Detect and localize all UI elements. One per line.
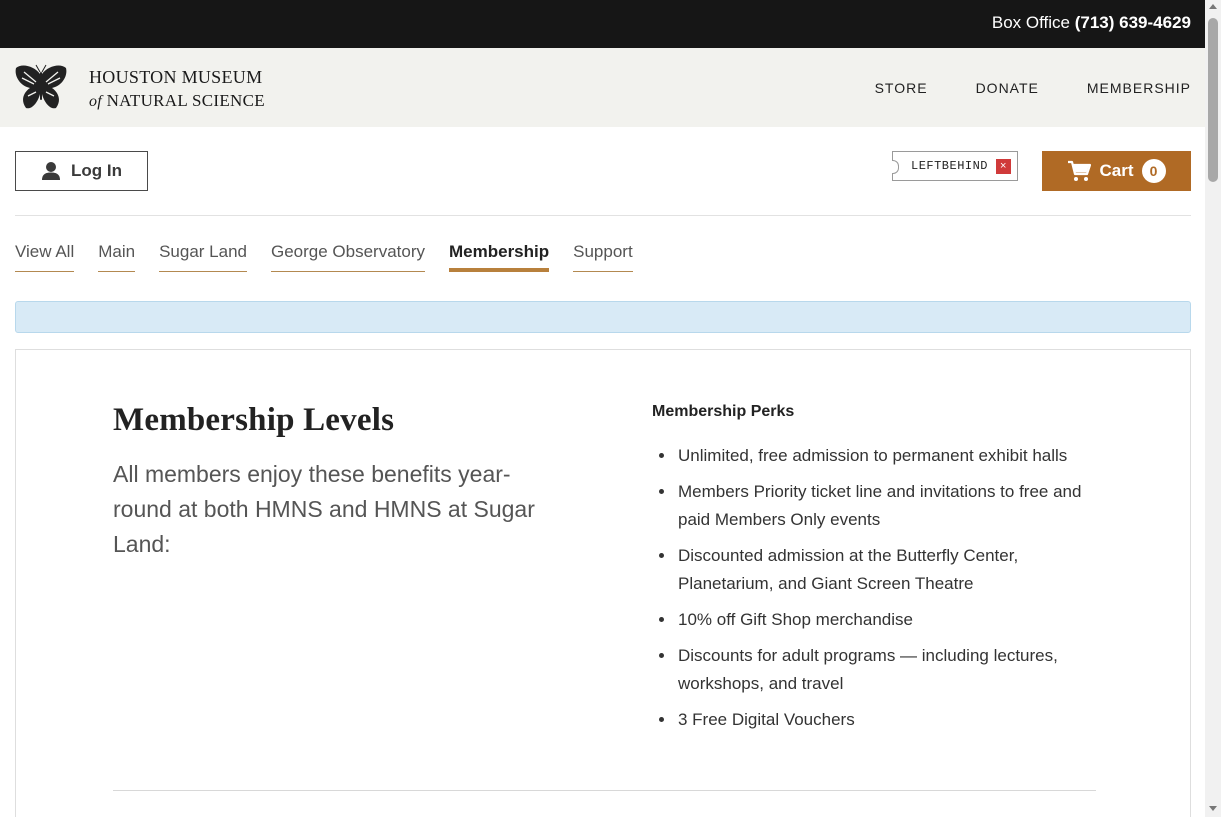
perks-list: Unlimited, free admission to permanent e… <box>676 442 1116 742</box>
shopping-cart-icon <box>1068 160 1092 181</box>
perk-item: 10% off Gift Shop merchandise <box>676 606 1116 634</box>
tab-sugar-land[interactable]: Sugar Land <box>159 242 247 272</box>
login-button[interactable]: Log In <box>15 151 148 191</box>
box-office-label: Box Office <box>991 13 1070 32</box>
nav-membership-link[interactable]: MEMBERSHIP <box>1087 80 1191 96</box>
membership-description: All members enjoy these benefits year-ro… <box>113 461 535 557</box>
user-icon <box>42 162 60 180</box>
cart-label: Cart <box>1099 161 1134 180</box>
perk-item: 3 Free Digital Vouchers <box>676 706 1116 734</box>
site-header: HOUSTON MUSEUM of NATURAL SCIENCE STORE … <box>0 48 1205 127</box>
scroll-down-arrow-icon[interactable] <box>1209 806 1217 811</box>
logo-line-1: HOUSTON MUSEUM <box>89 67 263 87</box>
perk-item: Members Priority ticket line and invitat… <box>676 478 1116 534</box>
remove-promo-close-icon[interactable]: × <box>996 159 1011 174</box>
perks-heading: Membership Perks <box>652 403 795 420</box>
tab-support[interactable]: Support <box>573 242 633 272</box>
info-banner <box>15 301 1191 333</box>
box-office: Box Office (713) 639-4629 <box>992 13 1191 33</box>
nav-donate-link[interactable]: DONATE <box>976 80 1039 96</box>
box-office-phone[interactable]: (713) 639-4629 <box>1075 13 1191 32</box>
top-bar: Box Office (713) 639-4629 <box>0 0 1205 48</box>
promo-code-text: LEFTBEHIND <box>911 159 989 173</box>
logo-of: of <box>89 93 103 110</box>
promo-code-tag: LEFTBEHIND × <box>892 151 1018 181</box>
scrollbar-thumb[interactable] <box>1208 18 1218 182</box>
cart-count-badge: 0 <box>1141 159 1166 183</box>
site-logo-text[interactable]: HOUSTON MUSEUM of NATURAL SCIENCE <box>89 66 265 113</box>
scroll-up-arrow-icon[interactable] <box>1209 4 1217 9</box>
membership-panel: Membership Levels All members enjoy thes… <box>15 349 1191 817</box>
logo-natural-science: NATURAL SCIENCE <box>106 91 265 110</box>
tab-main[interactable]: Main <box>98 242 136 272</box>
cart-button[interactable]: Cart 0 <box>1042 151 1191 191</box>
logo-line-2: of NATURAL SCIENCE <box>89 89 265 113</box>
section-divider <box>113 790 1096 791</box>
perk-item: Discounts for adult programs — including… <box>676 642 1116 698</box>
tab-membership[interactable]: Membership <box>449 242 550 272</box>
header-divider <box>15 215 1191 216</box>
perk-item: Unlimited, free admission to permanent e… <box>676 442 1116 470</box>
tab-george-observatory[interactable]: George Observatory <box>270 242 425 272</box>
page-scrollbar[interactable] <box>1205 0 1221 817</box>
tab-view-all[interactable]: View All <box>15 242 75 272</box>
butterfly-logo-icon[interactable] <box>14 64 68 112</box>
category-tabs: View All Main Sugar Land George Observat… <box>15 242 633 272</box>
nav-store-link[interactable]: STORE <box>875 80 928 96</box>
perk-item: Discounted admission at the Butterfly Ce… <box>676 542 1116 598</box>
page-title: Membership Levels <box>113 402 395 438</box>
login-label: Log In <box>71 161 122 180</box>
top-navigation: STORE DONATE MEMBERSHIP <box>875 80 1191 96</box>
